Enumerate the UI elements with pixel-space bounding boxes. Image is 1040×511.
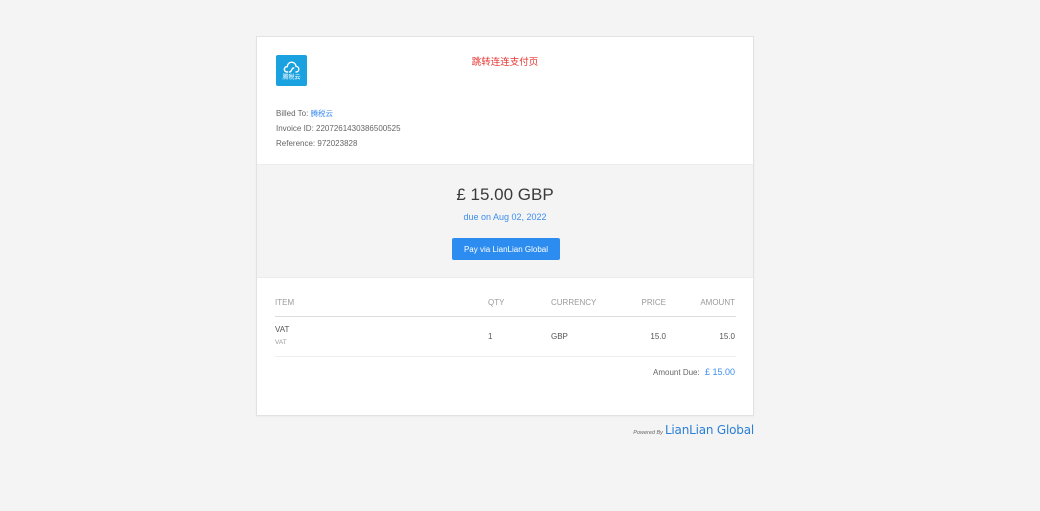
amount-summary: £ 15.00 GBP due on Aug 02, 2022 Pay via … — [257, 165, 753, 278]
reference-value: 972023828 — [317, 139, 358, 148]
row-amount: 15.0 — [719, 332, 735, 341]
column-header-amount: AMOUNT — [700, 298, 735, 307]
reference-label: Reference: — [276, 139, 316, 148]
powered-by: Powered By LianLian Global — [633, 423, 754, 437]
invoice-header: 腾税云 跳转连连支付页 Billed To: 腾税云 Invoice ID: 2… — [257, 37, 753, 165]
total-amount: £ 15.00 GBP — [456, 185, 554, 204]
row-item-name: VAT — [275, 325, 290, 334]
invoice-id-label: Invoice ID: — [276, 124, 314, 133]
redirect-notice: 跳转连连支付页 — [471, 57, 539, 68]
billed-to-label: Billed To: — [276, 109, 309, 118]
invoice-card: 腾税云 跳转连连支付页 Billed To: 腾税云 Invoice ID: 2… — [256, 36, 754, 416]
logo-text: 腾税云 — [282, 73, 301, 81]
lianlian-brand-logo: LianLian Global — [664, 423, 754, 437]
row-item-description: VAT — [275, 339, 287, 346]
amount-due-label: Amount Due: — [653, 368, 700, 377]
header-divider — [275, 316, 736, 317]
invoice-id-value: 2207261430386500525 — [316, 124, 401, 133]
column-header-item: ITEM — [275, 298, 295, 307]
billed-to-line: Billed To: 腾税云 — [276, 106, 401, 121]
row-price: 15.0 — [650, 332, 666, 341]
row-divider — [275, 356, 736, 357]
column-header-qty: QTY — [488, 298, 505, 307]
pay-button[interactable]: Pay via LianLian Global — [452, 238, 560, 260]
row-qty: 1 — [488, 332, 493, 341]
amount-due: Amount Due: £ 15.00 — [653, 367, 735, 377]
column-header-price: PRICE — [641, 298, 666, 307]
reference-line: Reference: 972023828 — [276, 136, 401, 151]
row-currency: GBP — [551, 332, 568, 341]
due-date: due on Aug 02, 2022 — [463, 212, 547, 222]
line-items-table: ITEM QTY CURRENCY PRICE AMOUNT VAT VAT 1… — [257, 278, 753, 416]
invoice-id-line: Invoice ID: 2207261430386500525 — [276, 121, 401, 136]
powered-by-label: Powered By — [633, 430, 663, 436]
column-header-currency: CURRENCY — [551, 298, 597, 307]
amount-due-value: £ 15.00 — [704, 367, 735, 377]
billed-to-link[interactable]: 腾税云 — [311, 109, 334, 118]
billing-details: Billed To: 腾税云 Invoice ID: 2207261430386… — [276, 106, 401, 151]
